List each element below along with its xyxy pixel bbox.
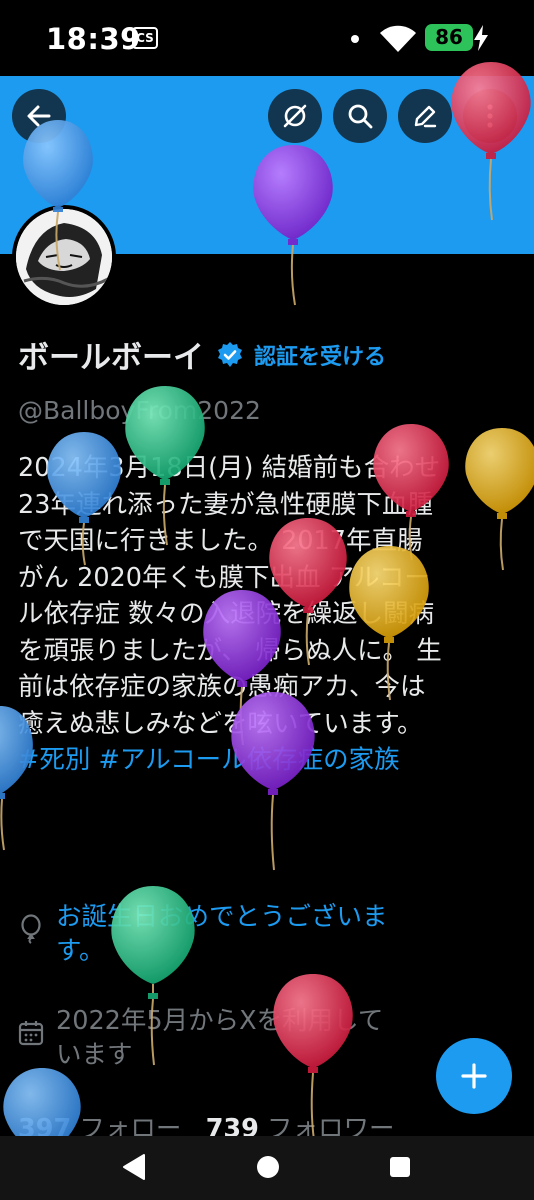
avatar[interactable] (12, 205, 116, 309)
birthday-row: お誕生日おめでとうございま す。 (18, 900, 388, 968)
status-time: 18:39 (46, 22, 141, 56)
battery-indicator: 86 (425, 24, 473, 51)
more-button[interactable] (463, 89, 517, 143)
avatar-image (16, 209, 112, 305)
birthday-line: す。 (56, 936, 105, 966)
get-verified-link[interactable]: 認証を受ける (254, 339, 386, 371)
birthday-text: お誕生日おめでとうございま す。 (56, 900, 388, 968)
verified-badge-icon (218, 341, 242, 367)
birthday-line: お誕生日おめでとうございま (56, 902, 388, 932)
edit-button[interactable] (398, 89, 452, 143)
hashtag-line: #死別 #アルコール依存症の家族 (18, 742, 523, 779)
charging-icon (474, 25, 488, 51)
bio-line: ル依存症 数々の入退院を繰返し闘病 (18, 599, 435, 629)
bio-line: 2024年3月18日(月) 結婚前も合わせ (18, 453, 441, 483)
back-arrow-icon (27, 105, 51, 127)
calendar-icon (18, 1021, 44, 1046)
search-icon (348, 104, 373, 129)
hide-button[interactable] (268, 89, 322, 143)
plus-icon (461, 1063, 487, 1089)
home-circle-icon[interactable] (254, 1152, 282, 1182)
joined-text: 2022年5月からXを利用して います (56, 1004, 383, 1072)
notification-dot-icon (351, 35, 359, 43)
more-icon (487, 104, 493, 128)
bio-line: 癒えぬ悲しみなどを呟いています。 (18, 708, 423, 739)
hide-icon (283, 104, 307, 128)
bio-line: 前は依存症の家族の愚痴アカ、今は (18, 672, 426, 702)
edit-icon (414, 105, 437, 128)
joined-line: います (56, 1040, 133, 1070)
display-name: ボールボーイ (18, 340, 204, 376)
hashtag-link[interactable]: #アルコール依存症の家族 (98, 745, 399, 775)
profile-bio: 2024年3月18日(月) 結婚前も合わせ 23年連れ添った妻が急性硬膜下血腫 … (18, 450, 523, 779)
bio-line: 23年連れ添った妻が急性硬膜下血腫 (18, 489, 433, 520)
hashtag-link[interactable]: #死別 (18, 745, 90, 775)
carrier-badge: CS (132, 27, 158, 49)
joined-row: 2022年5月からXを利用して います (18, 1004, 383, 1072)
bio-line: で天国に行きました。 2017年直腸 (18, 526, 423, 556)
balloon-icon (21, 914, 41, 944)
recents-square-icon[interactable] (386, 1152, 414, 1182)
wifi-icon (380, 25, 416, 52)
joined-line: 2022年5月からXを利用して (56, 1006, 384, 1036)
compose-post-button[interactable] (436, 1038, 512, 1114)
profile-name-row: ボールボーイ 認証を受ける (18, 332, 386, 377)
bio-line: を頑張りましたが、 帰らぬ人に。 生 (18, 635, 442, 666)
system-nav-bar (0, 1136, 534, 1200)
back-button[interactable] (12, 89, 66, 143)
search-button[interactable] (333, 89, 387, 143)
bio-line: がん 2020年くも膜下出血 アルコー (18, 562, 430, 593)
status-bar: 18:39 CS 86 (0, 0, 534, 76)
back-triangle-icon[interactable] (120, 1152, 148, 1182)
profile-handle: @BallboyFrom2022 (18, 396, 261, 425)
